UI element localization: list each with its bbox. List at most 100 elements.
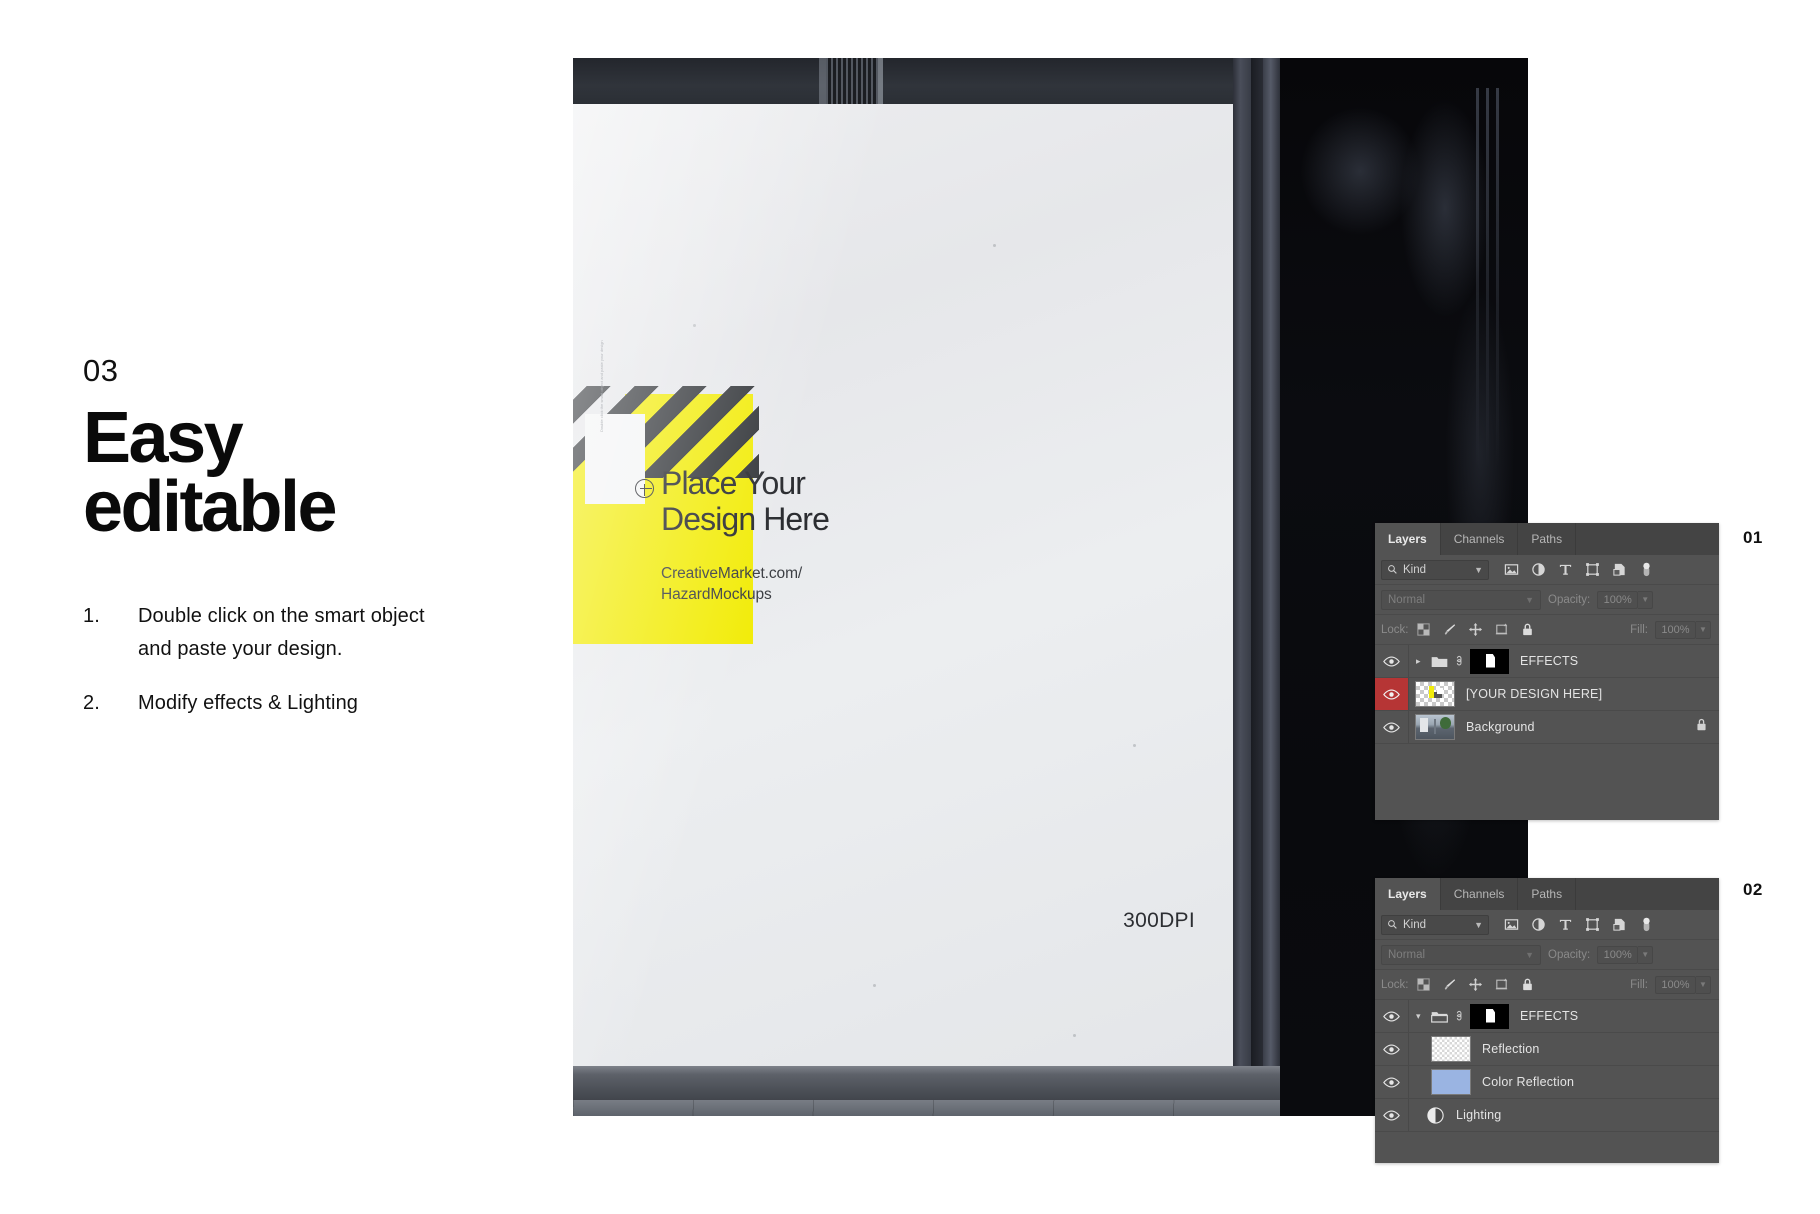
layers-panel-01[interactable]: Layers Channels Paths Kind ▼ Normal ▼ Op… [1375, 523, 1719, 820]
lock-artboard-icon[interactable] [1494, 622, 1509, 637]
tab-bar-filler [1576, 878, 1719, 910]
opacity-value[interactable]: 100% [1597, 590, 1639, 609]
layer-visibility-toggle[interactable] [1375, 678, 1409, 710]
chevron-right-icon[interactable]: ▸ [1416, 656, 1425, 667]
layer-mask-thumbnail[interactable] [1470, 1003, 1509, 1029]
type-filter-icon[interactable] [1558, 917, 1573, 932]
chevron-down-icon[interactable]: ▼ [1638, 590, 1654, 609]
blend-row: Normal ▼ Opacity: 100% ▼ [1375, 585, 1719, 615]
lock-paint-brush-icon[interactable] [1442, 977, 1457, 992]
opacity-stepper[interactable]: 100% ▼ [1597, 945, 1654, 964]
search-icon [1388, 565, 1397, 574]
blend-mode-select[interactable]: Normal ▼ [1381, 944, 1541, 965]
lock-transparency-icon[interactable] [1416, 622, 1431, 637]
filter-row: Kind ▼ [1375, 910, 1719, 940]
table-row[interactable]: Color Reflection [1375, 1066, 1719, 1099]
filter-icon-group [1504, 562, 1654, 577]
table-row[interactable]: ▸ EFFECTS [1375, 645, 1719, 678]
layer-group-disclosure[interactable]: ▸ [1409, 648, 1509, 674]
layers-panel-02[interactable]: Layers Channels Paths Kind ▼ Normal ▼ Op… [1375, 878, 1719, 1163]
blend-mode-value: Normal [1388, 593, 1426, 606]
lock-artboard-icon[interactable] [1494, 977, 1509, 992]
layer-visibility-toggle[interactable] [1375, 1000, 1409, 1032]
layer-group-disclosure[interactable]: ▾ [1409, 1003, 1509, 1029]
chevron-down-icon: ▼ [1474, 919, 1483, 930]
tab-channels[interactable]: Channels [1440, 878, 1519, 910]
lock-position-icon[interactable] [1468, 622, 1483, 637]
smart-object-filter-icon[interactable] [1612, 917, 1627, 932]
table-row[interactable]: [YOUR DESIGN HERE] [1375, 678, 1719, 711]
tab-layers[interactable]: Layers [1375, 878, 1441, 910]
list-item-text: Double click on the smart object and pas… [138, 605, 425, 660]
layer-visibility-toggle[interactable] [1375, 1099, 1409, 1131]
tab-channels[interactable]: Channels [1440, 523, 1519, 555]
shape-filter-icon[interactable] [1585, 562, 1600, 577]
layer-mask-thumbnail[interactable] [1470, 648, 1509, 674]
fill-stepper[interactable]: 100% ▼ [1655, 620, 1711, 639]
chevron-down-icon[interactable]: ▾ [1416, 1011, 1425, 1022]
chevron-down-icon[interactable]: ▼ [1696, 975, 1711, 994]
layer-visibility-toggle[interactable] [1375, 645, 1409, 677]
layer-visibility-toggle[interactable] [1375, 711, 1409, 743]
layer-name: Color Reflection [1482, 1075, 1575, 1089]
layer-thumbnail[interactable] [1415, 681, 1455, 707]
window-blind-texture [826, 58, 878, 104]
eye-icon [1383, 1077, 1400, 1087]
opacity-value[interactable]: 100% [1597, 945, 1639, 964]
shape-filter-icon[interactable] [1585, 917, 1600, 932]
tab-layers[interactable]: Layers [1375, 523, 1441, 555]
lock-paint-brush-icon[interactable] [1442, 622, 1457, 637]
blend-mode-select[interactable]: Normal ▼ [1381, 589, 1541, 610]
folder-icon [1431, 656, 1448, 667]
plus-circle-icon [635, 479, 654, 498]
tab-paths[interactable]: Paths [1518, 523, 1577, 555]
layer-visibility-toggle[interactable] [1375, 1066, 1409, 1098]
lock-transparency-icon[interactable] [1416, 977, 1431, 992]
poster-title: Place Your Design Here [661, 465, 830, 537]
table-row[interactable]: Background [1375, 711, 1719, 744]
chevron-down-icon: ▼ [1525, 949, 1534, 960]
fill-value[interactable]: 100% [1655, 620, 1696, 639]
layer-thumbnail[interactable] [1431, 1036, 1471, 1062]
opacity-label: Opacity: [1548, 593, 1591, 606]
smart-object-filter-icon[interactable] [1612, 562, 1627, 577]
filter-icon-group [1504, 917, 1654, 932]
fill-value[interactable]: 100% [1655, 975, 1696, 994]
filter-kind-select[interactable]: Kind ▼ [1381, 914, 1489, 935]
link-mask-icon[interactable] [1454, 1010, 1464, 1023]
layer-thumbnail[interactable] [1431, 1069, 1471, 1095]
chevron-down-icon[interactable]: ▼ [1638, 945, 1654, 964]
layer-name: Lighting [1456, 1108, 1502, 1122]
filter-kind-select[interactable]: Kind ▼ [1381, 559, 1489, 580]
lock-all-icon[interactable] [1520, 977, 1535, 992]
fill-stepper[interactable]: 100% ▼ [1655, 975, 1711, 994]
lock-label: Lock: [1381, 978, 1409, 991]
table-row[interactable]: Reflection [1375, 1033, 1719, 1066]
dpi-label: 300DPI [1123, 909, 1195, 932]
adjustment-filter-icon[interactable] [1531, 917, 1546, 932]
filter-row: Kind ▼ [1375, 555, 1719, 585]
adjustment-filter-icon[interactable] [1531, 562, 1546, 577]
image-filter-icon[interactable] [1504, 917, 1519, 932]
eye-icon [1383, 656, 1400, 666]
chevron-down-icon[interactable]: ▼ [1696, 620, 1711, 639]
table-row[interactable]: Lighting [1375, 1099, 1719, 1132]
window-mullion [878, 58, 883, 104]
layer-visibility-toggle[interactable] [1375, 1033, 1409, 1065]
list-item-text: Modify effects & Lighting [138, 692, 359, 714]
tab-paths[interactable]: Paths [1518, 878, 1577, 910]
adjustment-layer-icon[interactable] [1426, 1106, 1445, 1125]
vertical-caption: Double click the smart object and paste … [599, 340, 604, 432]
toggle-filter-icon[interactable] [1639, 917, 1654, 932]
image-filter-icon[interactable] [1504, 562, 1519, 577]
type-filter-icon[interactable] [1558, 562, 1573, 577]
window-mullion [819, 58, 826, 104]
toggle-filter-icon[interactable] [1639, 562, 1654, 577]
opacity-stepper[interactable]: 100% ▼ [1597, 590, 1654, 609]
link-mask-icon[interactable] [1454, 655, 1464, 668]
lock-position-icon[interactable] [1468, 977, 1483, 992]
table-row[interactable]: ▾ EFFECTS [1375, 1000, 1719, 1033]
layer-thumbnail[interactable] [1415, 714, 1455, 740]
lock-all-icon[interactable] [1520, 622, 1535, 637]
window-frame-inner [1263, 58, 1280, 1116]
